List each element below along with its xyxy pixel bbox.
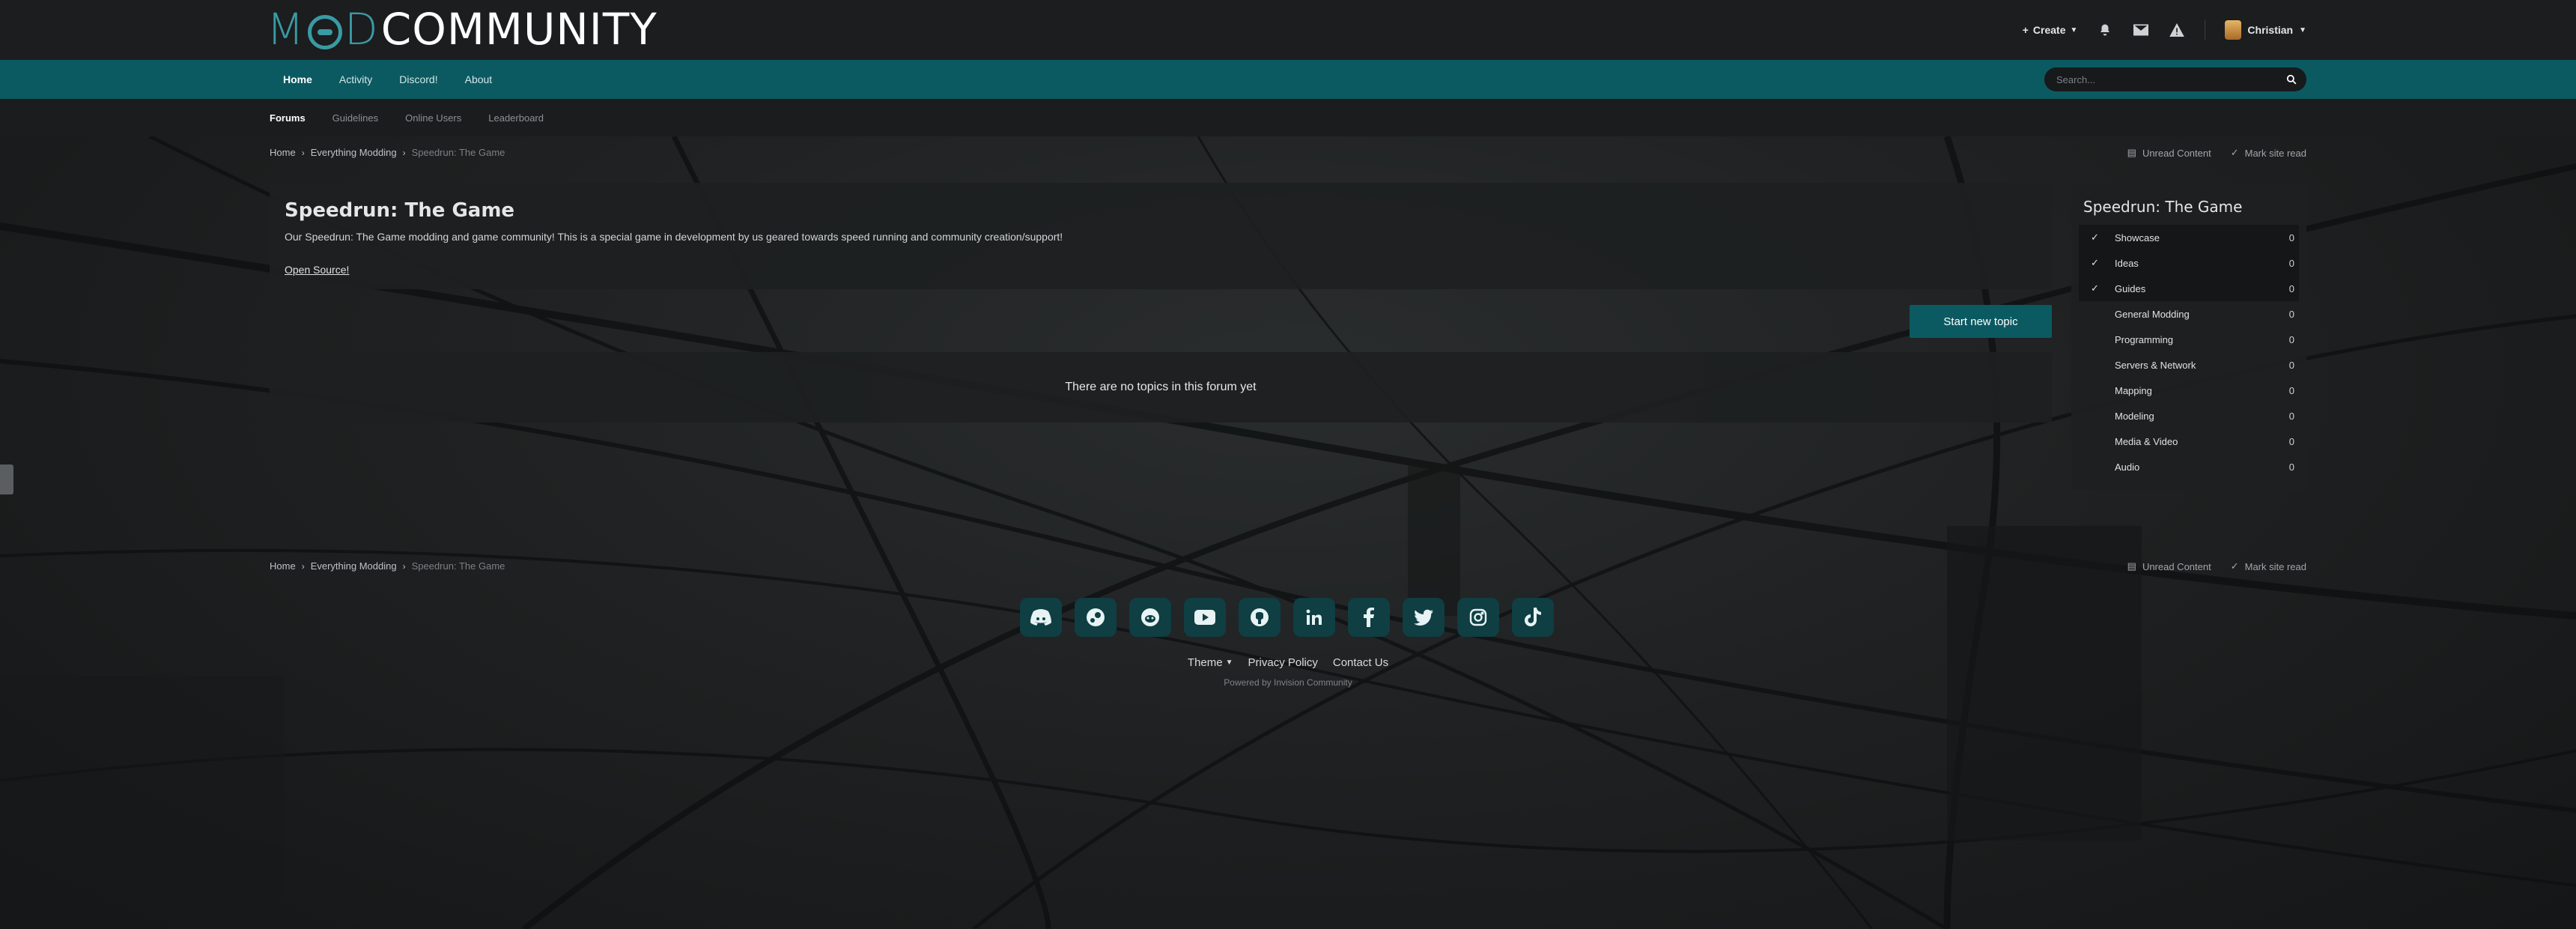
- chevron-right-icon: ›: [301, 147, 305, 158]
- subforum-count: 0: [2288, 384, 2294, 396]
- breadcrumb-bottom: Home › Everything Modding › Speedrun: Th…: [270, 560, 505, 572]
- subforum-count: 0: [2288, 308, 2294, 320]
- github-icon[interactable]: [1239, 598, 1281, 637]
- subforum-showcase[interactable]: ✓ Showcase 0: [2079, 225, 2299, 250]
- breadcrumb-home[interactable]: Home: [270, 147, 296, 158]
- subforum-count: 0: [2288, 359, 2294, 371]
- check-icon: ✓: [2091, 257, 2099, 268]
- subforum-count: 0: [2288, 435, 2294, 447]
- reddit-icon[interactable]: [1129, 598, 1171, 637]
- facebook-icon[interactable]: [1348, 598, 1390, 637]
- breadcrumb-parent[interactable]: Everything Modding: [311, 147, 397, 158]
- unread-content-link[interactable]: ▤ Unread Content: [2127, 147, 2211, 159]
- subforum-count: 0: [2288, 232, 2294, 243]
- breadcrumb-actions: ▤ Unread Content ✓ Mark site read: [2127, 147, 2306, 159]
- subforum-label: Media & Video: [2115, 435, 2178, 447]
- tiktok-icon[interactable]: [1512, 598, 1554, 637]
- subforum-count: 0: [2288, 410, 2294, 422]
- subforum-count: 0: [2288, 257, 2294, 269]
- open-source-link[interactable]: Open Source!: [285, 264, 349, 276]
- subforum-audio[interactable]: Audio 0: [2079, 454, 2299, 479]
- chevron-right-icon: ›: [301, 560, 305, 572]
- subforum-label: Mapping: [2115, 384, 2152, 396]
- breadcrumb-current: Speedrun: The Game: [411, 147, 505, 158]
- empty-topics-message: There are no topics in this forum yet: [270, 352, 2052, 423]
- caret-down-icon: ▼: [1225, 659, 1233, 667]
- theme-selector[interactable]: Theme ▼: [1188, 656, 1233, 669]
- chevron-right-icon: ›: [402, 147, 406, 158]
- subforum-guides[interactable]: ✓ Guides 0: [2079, 276, 2299, 301]
- subforum-general-modding[interactable]: General Modding 0: [2079, 301, 2299, 327]
- subforum-servers-network[interactable]: Servers & Network 0: [2079, 352, 2299, 378]
- chevron-right-icon: ›: [402, 560, 406, 572]
- social-links: [1020, 598, 1554, 637]
- breadcrumb-current: Speedrun: The Game: [411, 560, 505, 572]
- start-new-topic-button[interactable]: Start new topic: [1910, 305, 2052, 338]
- subforum-count: 0: [2288, 333, 2294, 345]
- breadcrumb-actions-bottom: ▤ Unread Content ✓ Mark site read: [2127, 560, 2306, 572]
- subforum-media-video[interactable]: Media & Video 0: [2079, 429, 2299, 454]
- mark-site-read-label: Mark site read: [2244, 147, 2306, 159]
- sidebar-title: Speedrun: The Game: [2083, 198, 2243, 216]
- unread-content-label: Unread Content: [2142, 147, 2211, 159]
- subforum-modeling[interactable]: Modeling 0: [2079, 403, 2299, 429]
- mark-site-read-link[interactable]: ✓ Mark site read: [2231, 147, 2306, 159]
- unread-content-link[interactable]: ▤ Unread Content: [2127, 560, 2211, 572]
- subforum-label: Modeling: [2115, 410, 2154, 422]
- subforum-label: Showcase: [2115, 232, 2160, 243]
- instagram-icon[interactable]: [1457, 598, 1499, 637]
- subforum-programming[interactable]: Programming 0: [2079, 327, 2299, 352]
- breadcrumb: Home › Everything Modding › Speedrun: Th…: [270, 147, 505, 158]
- check-icon: ✓: [2230, 147, 2239, 158]
- subforum-ideas[interactable]: ✓ Ideas 0: [2079, 250, 2299, 276]
- check-icon: ✓: [2091, 232, 2099, 243]
- theme-label: Theme: [1187, 656, 1223, 669]
- forum-header: Speedrun: The Game Our Speedrun: The Gam…: [270, 183, 2052, 289]
- subforum-label: Ideas: [2115, 257, 2139, 269]
- steam-icon[interactable]: [1075, 598, 1117, 637]
- powered-by-text[interactable]: Powered by Invision Community: [0, 677, 2576, 688]
- newspaper-icon: ▤: [2127, 147, 2136, 158]
- footer-links: Theme ▼ Privacy Policy Contact Us: [0, 656, 2576, 669]
- contact-us-link[interactable]: Contact Us: [1333, 656, 1388, 669]
- side-panel-handle[interactable]: [0, 464, 13, 494]
- unread-content-label: Unread Content: [2142, 560, 2211, 572]
- forum-description: Our Speedrun: The Game modding and game …: [285, 231, 1063, 243]
- page-title: Speedrun: The Game: [285, 199, 515, 222]
- twitter-icon[interactable]: [1403, 598, 1445, 637]
- check-icon: ✓: [2091, 282, 2099, 294]
- privacy-policy-link[interactable]: Privacy Policy: [1248, 656, 1318, 669]
- subforum-label: Servers & Network: [2115, 359, 2196, 371]
- breadcrumb-home[interactable]: Home: [270, 560, 296, 572]
- subforum-label: General Modding: [2115, 308, 2190, 320]
- subforum-count: 0: [2288, 461, 2294, 473]
- youtube-icon[interactable]: [1184, 598, 1226, 637]
- subforum-count: 0: [2288, 282, 2294, 294]
- check-icon: ✓: [2230, 560, 2239, 572]
- subforum-label: Guides: [2115, 282, 2146, 294]
- mark-site-read-link[interactable]: ✓ Mark site read: [2231, 560, 2306, 572]
- mark-site-read-label: Mark site read: [2244, 560, 2306, 572]
- linkedin-icon[interactable]: [1293, 598, 1335, 637]
- subforum-sidebar: Speedrun: The Game ✓ Showcase 0 ✓ Ideas …: [2071, 183, 2306, 490]
- subforum-label: Audio: [2115, 461, 2140, 473]
- subforum-mapping[interactable]: Mapping 0: [2079, 378, 2299, 403]
- empty-topics-text: There are no topics in this forum yet: [1065, 381, 1257, 393]
- discord-icon[interactable]: [1020, 598, 1062, 637]
- subforum-label: Programming: [2115, 333, 2174, 345]
- breadcrumb-parent[interactable]: Everything Modding: [311, 560, 397, 572]
- newspaper-icon: ▤: [2127, 560, 2136, 572]
- subforum-list: ✓ Showcase 0 ✓ Ideas 0 ✓ Guides 0 Genera…: [2079, 225, 2299, 479]
